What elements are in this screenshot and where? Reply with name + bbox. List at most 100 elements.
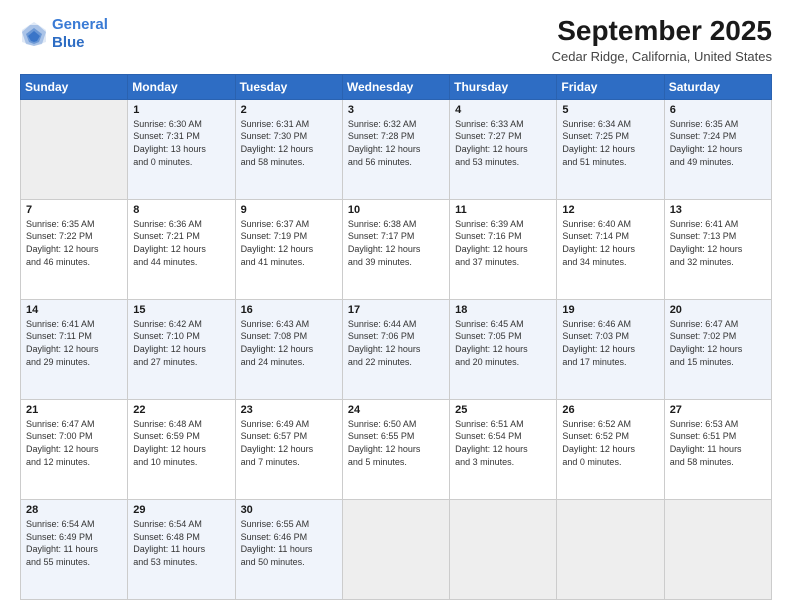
cell-content: Sunrise: 6:46 AM Sunset: 7:03 PM Dayligh… bbox=[562, 318, 658, 368]
day-number: 7 bbox=[26, 204, 122, 216]
cell-content: Sunrise: 6:45 AM Sunset: 7:05 PM Dayligh… bbox=[455, 318, 551, 368]
col-thursday: Thursday bbox=[450, 74, 557, 99]
day-number: 17 bbox=[348, 304, 444, 316]
col-tuesday: Tuesday bbox=[235, 74, 342, 99]
calendar-cell bbox=[21, 99, 128, 199]
cell-content: Sunrise: 6:32 AM Sunset: 7:28 PM Dayligh… bbox=[348, 118, 444, 168]
col-saturday: Saturday bbox=[664, 74, 771, 99]
calendar-cell: 2 Sunrise: 6:31 AM Sunset: 7:30 PM Daylig… bbox=[235, 99, 342, 199]
main-title: September 2025 bbox=[552, 16, 772, 47]
cell-content: Sunrise: 6:47 AM Sunset: 7:02 PM Dayligh… bbox=[670, 318, 766, 368]
col-monday: Monday bbox=[128, 74, 235, 99]
calendar-week-row: 1 Sunrise: 6:30 AM Sunset: 7:31 PM Daylig… bbox=[21, 99, 772, 199]
calendar-cell: 3Sunrise: 6:32 AM Sunset: 7:28 PM Daylig… bbox=[342, 99, 449, 199]
cell-content: Sunrise: 6:51 AM Sunset: 6:54 PM Dayligh… bbox=[455, 418, 551, 468]
cell-content: Sunrise: 6:43 AM Sunset: 7:08 PM Dayligh… bbox=[241, 318, 337, 368]
day-number: 24 bbox=[348, 404, 444, 416]
day-number: 15 bbox=[133, 304, 229, 316]
calendar-cell: 17 Sunrise: 6:44 AM Sunset: 7:06 PM Dayli… bbox=[342, 299, 449, 399]
calendar-cell: 9 Sunrise: 6:37 AM Sunset: 7:19 PM Daylig… bbox=[235, 199, 342, 299]
day-number: 20 bbox=[670, 304, 766, 316]
day-number: 12 bbox=[562, 204, 658, 216]
title-block: September 2025 Cedar Ridge, California, … bbox=[552, 16, 772, 64]
calendar-cell: 22 Sunrise: 6:48 AM Sunset: 6:59 PM Dayli… bbox=[128, 399, 235, 499]
day-number: 5 bbox=[562, 104, 658, 116]
cell-content: Sunrise: 6:42 AM Sunset: 7:10 PM Dayligh… bbox=[133, 318, 229, 368]
day-number: 29 bbox=[133, 504, 229, 516]
cell-content: Sunrise: 6:47 AM Sunset: 7:00 PM Dayligh… bbox=[26, 418, 122, 468]
day-number: 1 bbox=[133, 104, 229, 116]
cell-content: Sunrise: 6:41 AM Sunset: 7:13 PM Dayligh… bbox=[670, 218, 766, 268]
calendar-cell: 27 Sunrise: 6:53 AM Sunset: 6:51 PM Dayli… bbox=[664, 399, 771, 499]
cell-content: Sunrise: 6:54 AM Sunset: 6:49 PM Dayligh… bbox=[26, 518, 122, 568]
calendar-cell: 28 Sunrise: 6:54 AM Sunset: 6:49 PM Dayli… bbox=[21, 499, 128, 599]
cell-content: Sunrise: 6:55 AM Sunset: 6:46 PM Dayligh… bbox=[241, 518, 337, 568]
calendar-cell: 14Sunrise: 6:41 AM Sunset: 7:11 PM Dayli… bbox=[21, 299, 128, 399]
calendar-week-row: 21 Sunrise: 6:47 AM Sunset: 7:00 PM Dayli… bbox=[21, 399, 772, 499]
cell-content: Sunrise: 6:40 AM Sunset: 7:14 PM Dayligh… bbox=[562, 218, 658, 268]
calendar-cell: 16 Sunrise: 6:43 AM Sunset: 7:08 PM Dayli… bbox=[235, 299, 342, 399]
cell-content: Sunrise: 6:35 AM Sunset: 7:22 PM Dayligh… bbox=[26, 218, 122, 268]
calendar-cell: 24 Sunrise: 6:50 AM Sunset: 6:55 PM Dayli… bbox=[342, 399, 449, 499]
day-number: 11 bbox=[455, 204, 551, 216]
calendar-header-row: Sunday Monday Tuesday Wednesday Thursday… bbox=[21, 74, 772, 99]
cell-content: Sunrise: 6:30 AM Sunset: 7:31 PM Dayligh… bbox=[133, 118, 229, 168]
calendar-cell bbox=[664, 499, 771, 599]
calendar-cell bbox=[342, 499, 449, 599]
calendar-cell: 15 Sunrise: 6:42 AM Sunset: 7:10 PM Dayli… bbox=[128, 299, 235, 399]
cell-content: Sunrise: 6:38 AM Sunset: 7:17 PM Dayligh… bbox=[348, 218, 444, 268]
day-number: 27 bbox=[670, 404, 766, 416]
cell-content: Sunrise: 6:39 AM Sunset: 7:16 PM Dayligh… bbox=[455, 218, 551, 268]
day-number: 2 bbox=[241, 104, 337, 116]
calendar-week-row: 28 Sunrise: 6:54 AM Sunset: 6:49 PM Dayli… bbox=[21, 499, 772, 599]
cell-content: Sunrise: 6:35 AM Sunset: 7:24 PM Dayligh… bbox=[670, 118, 766, 168]
logo: General Blue bbox=[20, 16, 108, 52]
calendar-cell: 26Sunrise: 6:52 AM Sunset: 6:52 PM Dayli… bbox=[557, 399, 664, 499]
calendar-cell: 4 Sunrise: 6:33 AM Sunset: 7:27 PM Daylig… bbox=[450, 99, 557, 199]
day-number: 30 bbox=[241, 504, 337, 516]
cell-content: Sunrise: 6:31 AM Sunset: 7:30 PM Dayligh… bbox=[241, 118, 337, 168]
day-number: 28 bbox=[26, 504, 122, 516]
calendar-cell: 20 Sunrise: 6:47 AM Sunset: 7:02 PM Dayli… bbox=[664, 299, 771, 399]
day-number: 16 bbox=[241, 304, 337, 316]
day-number: 9 bbox=[241, 204, 337, 216]
calendar-cell bbox=[450, 499, 557, 599]
cell-content: Sunrise: 6:54 AM Sunset: 6:48 PM Dayligh… bbox=[133, 518, 229, 568]
cell-content: Sunrise: 6:44 AM Sunset: 7:06 PM Dayligh… bbox=[348, 318, 444, 368]
calendar-cell: 18 Sunrise: 6:45 AM Sunset: 7:05 PM Dayli… bbox=[450, 299, 557, 399]
calendar-cell: 30 Sunrise: 6:55 AM Sunset: 6:46 PM Dayli… bbox=[235, 499, 342, 599]
calendar-cell bbox=[557, 499, 664, 599]
calendar-week-row: 14Sunrise: 6:41 AM Sunset: 7:11 PM Dayli… bbox=[21, 299, 772, 399]
page: General Blue September 2025 Cedar Ridge,… bbox=[0, 0, 792, 612]
cell-content: Sunrise: 6:48 AM Sunset: 6:59 PM Dayligh… bbox=[133, 418, 229, 468]
day-number: 10 bbox=[348, 204, 444, 216]
col-sunday: Sunday bbox=[21, 74, 128, 99]
subtitle: Cedar Ridge, California, United States bbox=[552, 49, 772, 64]
day-number: 14 bbox=[26, 304, 122, 316]
calendar-cell: 8Sunrise: 6:36 AM Sunset: 7:21 PM Daylig… bbox=[128, 199, 235, 299]
calendar-cell: 11 Sunrise: 6:39 AM Sunset: 7:16 PM Dayli… bbox=[450, 199, 557, 299]
logo-line1: General bbox=[52, 16, 108, 33]
cell-content: Sunrise: 6:53 AM Sunset: 6:51 PM Dayligh… bbox=[670, 418, 766, 468]
calendar-cell: 19Sunrise: 6:46 AM Sunset: 7:03 PM Dayli… bbox=[557, 299, 664, 399]
day-number: 25 bbox=[455, 404, 551, 416]
calendar-week-row: 7 Sunrise: 6:35 AM Sunset: 7:22 PM Daylig… bbox=[21, 199, 772, 299]
calendar-cell: 23Sunrise: 6:49 AM Sunset: 6:57 PM Dayli… bbox=[235, 399, 342, 499]
header: General Blue September 2025 Cedar Ridge,… bbox=[20, 16, 772, 64]
day-number: 21 bbox=[26, 404, 122, 416]
day-number: 18 bbox=[455, 304, 551, 316]
col-friday: Friday bbox=[557, 74, 664, 99]
day-number: 26 bbox=[562, 404, 658, 416]
day-number: 23 bbox=[241, 404, 337, 416]
logo-text: General Blue bbox=[52, 16, 108, 52]
day-number: 4 bbox=[455, 104, 551, 116]
calendar-cell: 1 Sunrise: 6:30 AM Sunset: 7:31 PM Daylig… bbox=[128, 99, 235, 199]
cell-content: Sunrise: 6:37 AM Sunset: 7:19 PM Dayligh… bbox=[241, 218, 337, 268]
logo-icon bbox=[20, 20, 48, 48]
cell-content: Sunrise: 6:36 AM Sunset: 7:21 PM Dayligh… bbox=[133, 218, 229, 268]
day-number: 22 bbox=[133, 404, 229, 416]
cell-content: Sunrise: 6:50 AM Sunset: 6:55 PM Dayligh… bbox=[348, 418, 444, 468]
calendar-cell: 7 Sunrise: 6:35 AM Sunset: 7:22 PM Daylig… bbox=[21, 199, 128, 299]
day-number: 6 bbox=[670, 104, 766, 116]
cell-content: Sunrise: 6:33 AM Sunset: 7:27 PM Dayligh… bbox=[455, 118, 551, 168]
